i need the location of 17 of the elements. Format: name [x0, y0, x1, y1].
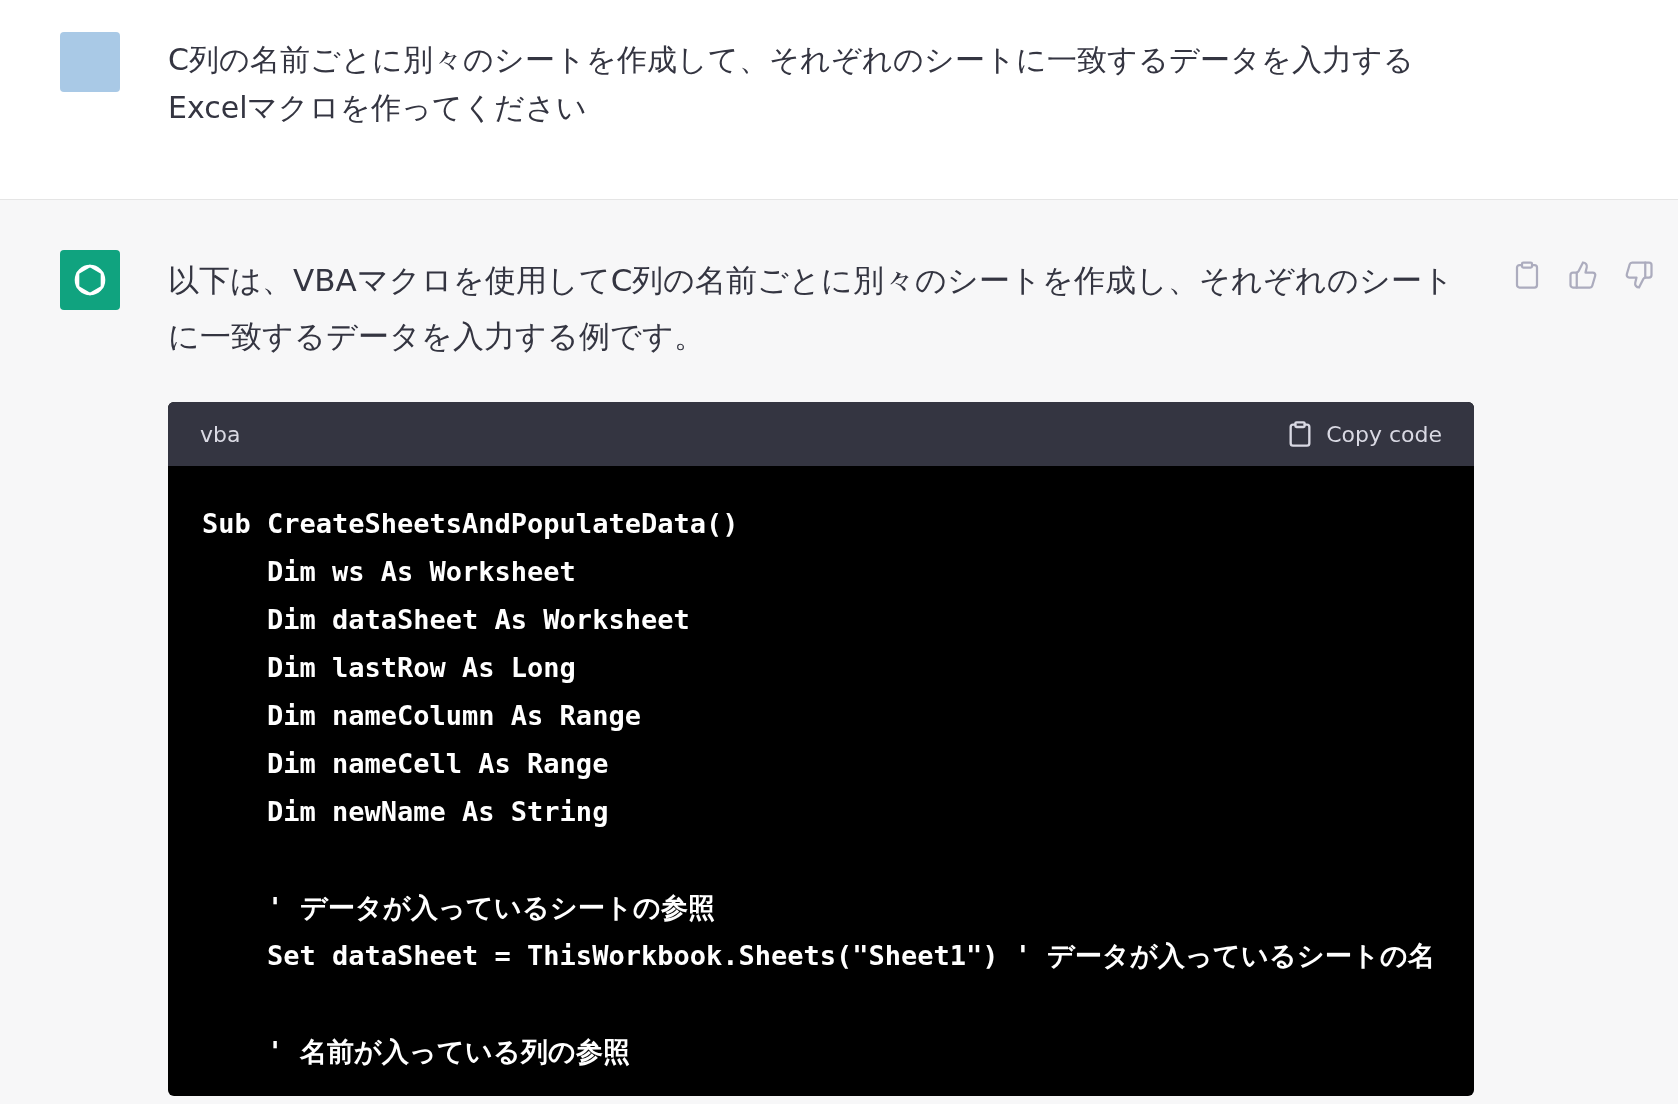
- thumbs-up-icon[interactable]: [1568, 260, 1598, 290]
- code-line: Dim newName As String: [266, 795, 609, 829]
- assistant-message: 以下は、VBAマクロを使用してC列の名前ごとに別々のシートを作成し、それぞれのシートに一致するデータを入力する例です。: [168, 261, 1456, 356]
- code-line: Dim nameColumn As Range: [266, 699, 641, 733]
- user-message: C列の名前ごとに別々のシートを作成して、それぞれのシートに一致するデータを入力するExcelマクロを作ってください: [168, 41, 1415, 127]
- user-avatar: [60, 32, 120, 92]
- code-line: Sub CreateSheetsAndPopulateData(): [202, 507, 739, 541]
- thumbs-down-icon[interactable]: [1624, 260, 1654, 290]
- code-language: vba: [200, 420, 241, 449]
- code-line: Dim dataSheet As Worksheet: [266, 603, 690, 637]
- code-line: ' データが入っているシートの参照: [266, 891, 715, 925]
- code-line: Set dataSheet = ThisWorkbook.Sheets("Sheet1") ' データが入っているシートの名: [266, 939, 1436, 973]
- code-line: Dim ws As Worksheet: [266, 555, 576, 589]
- copy-code-button[interactable]: Copy code: [1286, 417, 1442, 451]
- code-line: Dim lastRow As Long: [266, 651, 576, 685]
- code-line: Dim nameCell As Range: [266, 747, 609, 781]
- code-line: ' 名前が入っている列の参照: [266, 1035, 630, 1069]
